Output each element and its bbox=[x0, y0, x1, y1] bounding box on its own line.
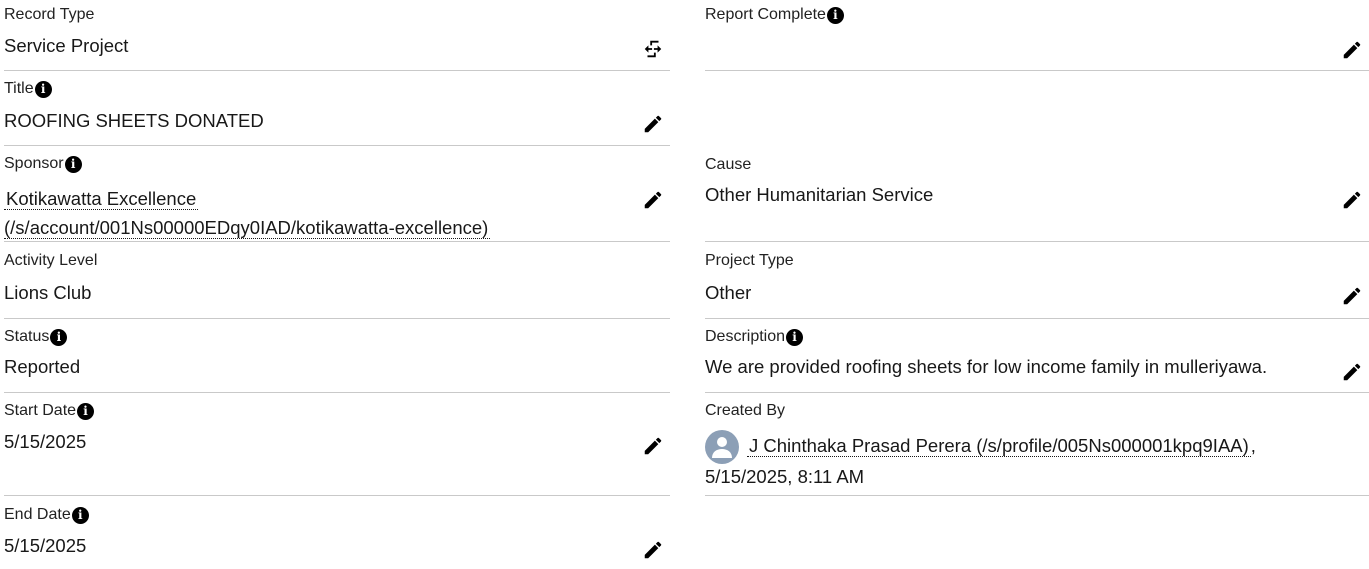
edit-report-complete-button[interactable] bbox=[1341, 39, 1363, 61]
end-date-value: 5/15/2025 bbox=[4, 535, 87, 556]
pencil-icon bbox=[642, 435, 664, 457]
edit-description-button[interactable] bbox=[1341, 361, 1363, 383]
user-avatar-icon bbox=[705, 430, 739, 465]
field-start-date: Start Date i 5/15/2025 bbox=[4, 393, 670, 496]
pencil-icon bbox=[1341, 189, 1363, 211]
start-date-value: 5/15/2025 bbox=[4, 431, 87, 452]
field-end-date: End Date i 5/15/2025 bbox=[4, 496, 670, 569]
change-record-type-button[interactable] bbox=[642, 38, 664, 60]
description-value: We are provided roofing sheets for low i… bbox=[705, 356, 1268, 377]
pencil-icon bbox=[1341, 39, 1363, 61]
field-record-type: Record Type Service Project bbox=[4, 0, 670, 71]
pencil-icon bbox=[642, 113, 664, 135]
field-label: Start Date i bbox=[4, 402, 95, 420]
field-title: Title i ROOFING SHEETS DONATED bbox=[4, 71, 670, 146]
field-label: End Date i bbox=[4, 506, 89, 524]
field-label: Description i bbox=[705, 328, 804, 346]
info-icon[interactable]: i bbox=[50, 328, 68, 346]
field-cause: Cause Other Humanitarian Service bbox=[705, 146, 1369, 242]
sponsor-link[interactable]: Kotikawatta Excellence bbox=[4, 188, 199, 210]
field-label: Title i bbox=[4, 80, 52, 98]
pencil-icon bbox=[642, 189, 664, 211]
pencil-icon bbox=[642, 539, 664, 561]
created-by-user-link[interactable]: J Chinthaka Prasad Perera (/s/profile/00… bbox=[747, 435, 1251, 457]
edit-end-date-button[interactable] bbox=[642, 539, 664, 561]
field-created-by: Created By J Chinthaka Prasad Perera (/s… bbox=[705, 393, 1369, 496]
record-type-value: Service Project bbox=[4, 35, 129, 56]
pencil-icon bbox=[1341, 285, 1363, 307]
edit-cause-button[interactable] bbox=[1341, 189, 1363, 211]
created-by-value: J Chinthaka Prasad Perera (/s/profile/00… bbox=[705, 428, 1256, 465]
field-label: Report Complete i bbox=[705, 6, 844, 24]
separator: , bbox=[1250, 435, 1256, 456]
title-value: ROOFING SHEETS DONATED bbox=[4, 110, 264, 131]
info-icon[interactable]: i bbox=[786, 328, 804, 346]
sponsor-value: Kotikawatta Excellence (/s/account/001Ns… bbox=[4, 184, 491, 242]
info-icon[interactable]: i bbox=[826, 6, 844, 24]
edit-project-type-button[interactable] bbox=[1341, 285, 1363, 307]
info-icon[interactable]: i bbox=[71, 506, 89, 524]
info-icon[interactable]: i bbox=[34, 80, 52, 98]
field-label: Record Type bbox=[4, 6, 95, 23]
edit-start-date-button[interactable] bbox=[642, 435, 664, 457]
field-label: Cause bbox=[705, 156, 752, 173]
info-icon[interactable]: i bbox=[77, 402, 95, 420]
field-label: Sponsor i bbox=[4, 155, 82, 173]
field-label: Activity Level bbox=[4, 252, 98, 269]
field-label: Created By bbox=[705, 402, 786, 419]
field-report-complete: Report Complete i bbox=[705, 0, 1369, 71]
change-record-type-icon bbox=[644, 40, 662, 58]
project-type-value: Other bbox=[705, 282, 752, 303]
pencil-icon bbox=[1341, 361, 1363, 383]
field-status: Status i Reported bbox=[4, 319, 670, 393]
sponsor-link-url[interactable]: (/s/account/001Ns00000EDqy0IAD/kotikawat… bbox=[4, 217, 491, 239]
field-description: Description i We are provided roofing she… bbox=[705, 319, 1369, 393]
field-activity-level: Activity Level Lions Club bbox=[4, 242, 670, 319]
edit-title-button[interactable] bbox=[642, 113, 664, 135]
created-date: 5/15/2025, 8:11 AM bbox=[705, 466, 865, 487]
cause-value: Other Humanitarian Service bbox=[705, 184, 934, 205]
info-icon[interactable]: i bbox=[64, 155, 82, 173]
field-sponsor: Sponsor i Kotikawatta Excellence (/s/acco… bbox=[4, 146, 670, 242]
status-value: Reported bbox=[4, 356, 81, 377]
field-project-type: Project Type Other bbox=[705, 242, 1369, 319]
field-label: Status i bbox=[4, 328, 68, 346]
edit-sponsor-button[interactable] bbox=[642, 189, 664, 211]
activity-level-value: Lions Club bbox=[4, 282, 92, 303]
field-label: Project Type bbox=[705, 252, 794, 269]
